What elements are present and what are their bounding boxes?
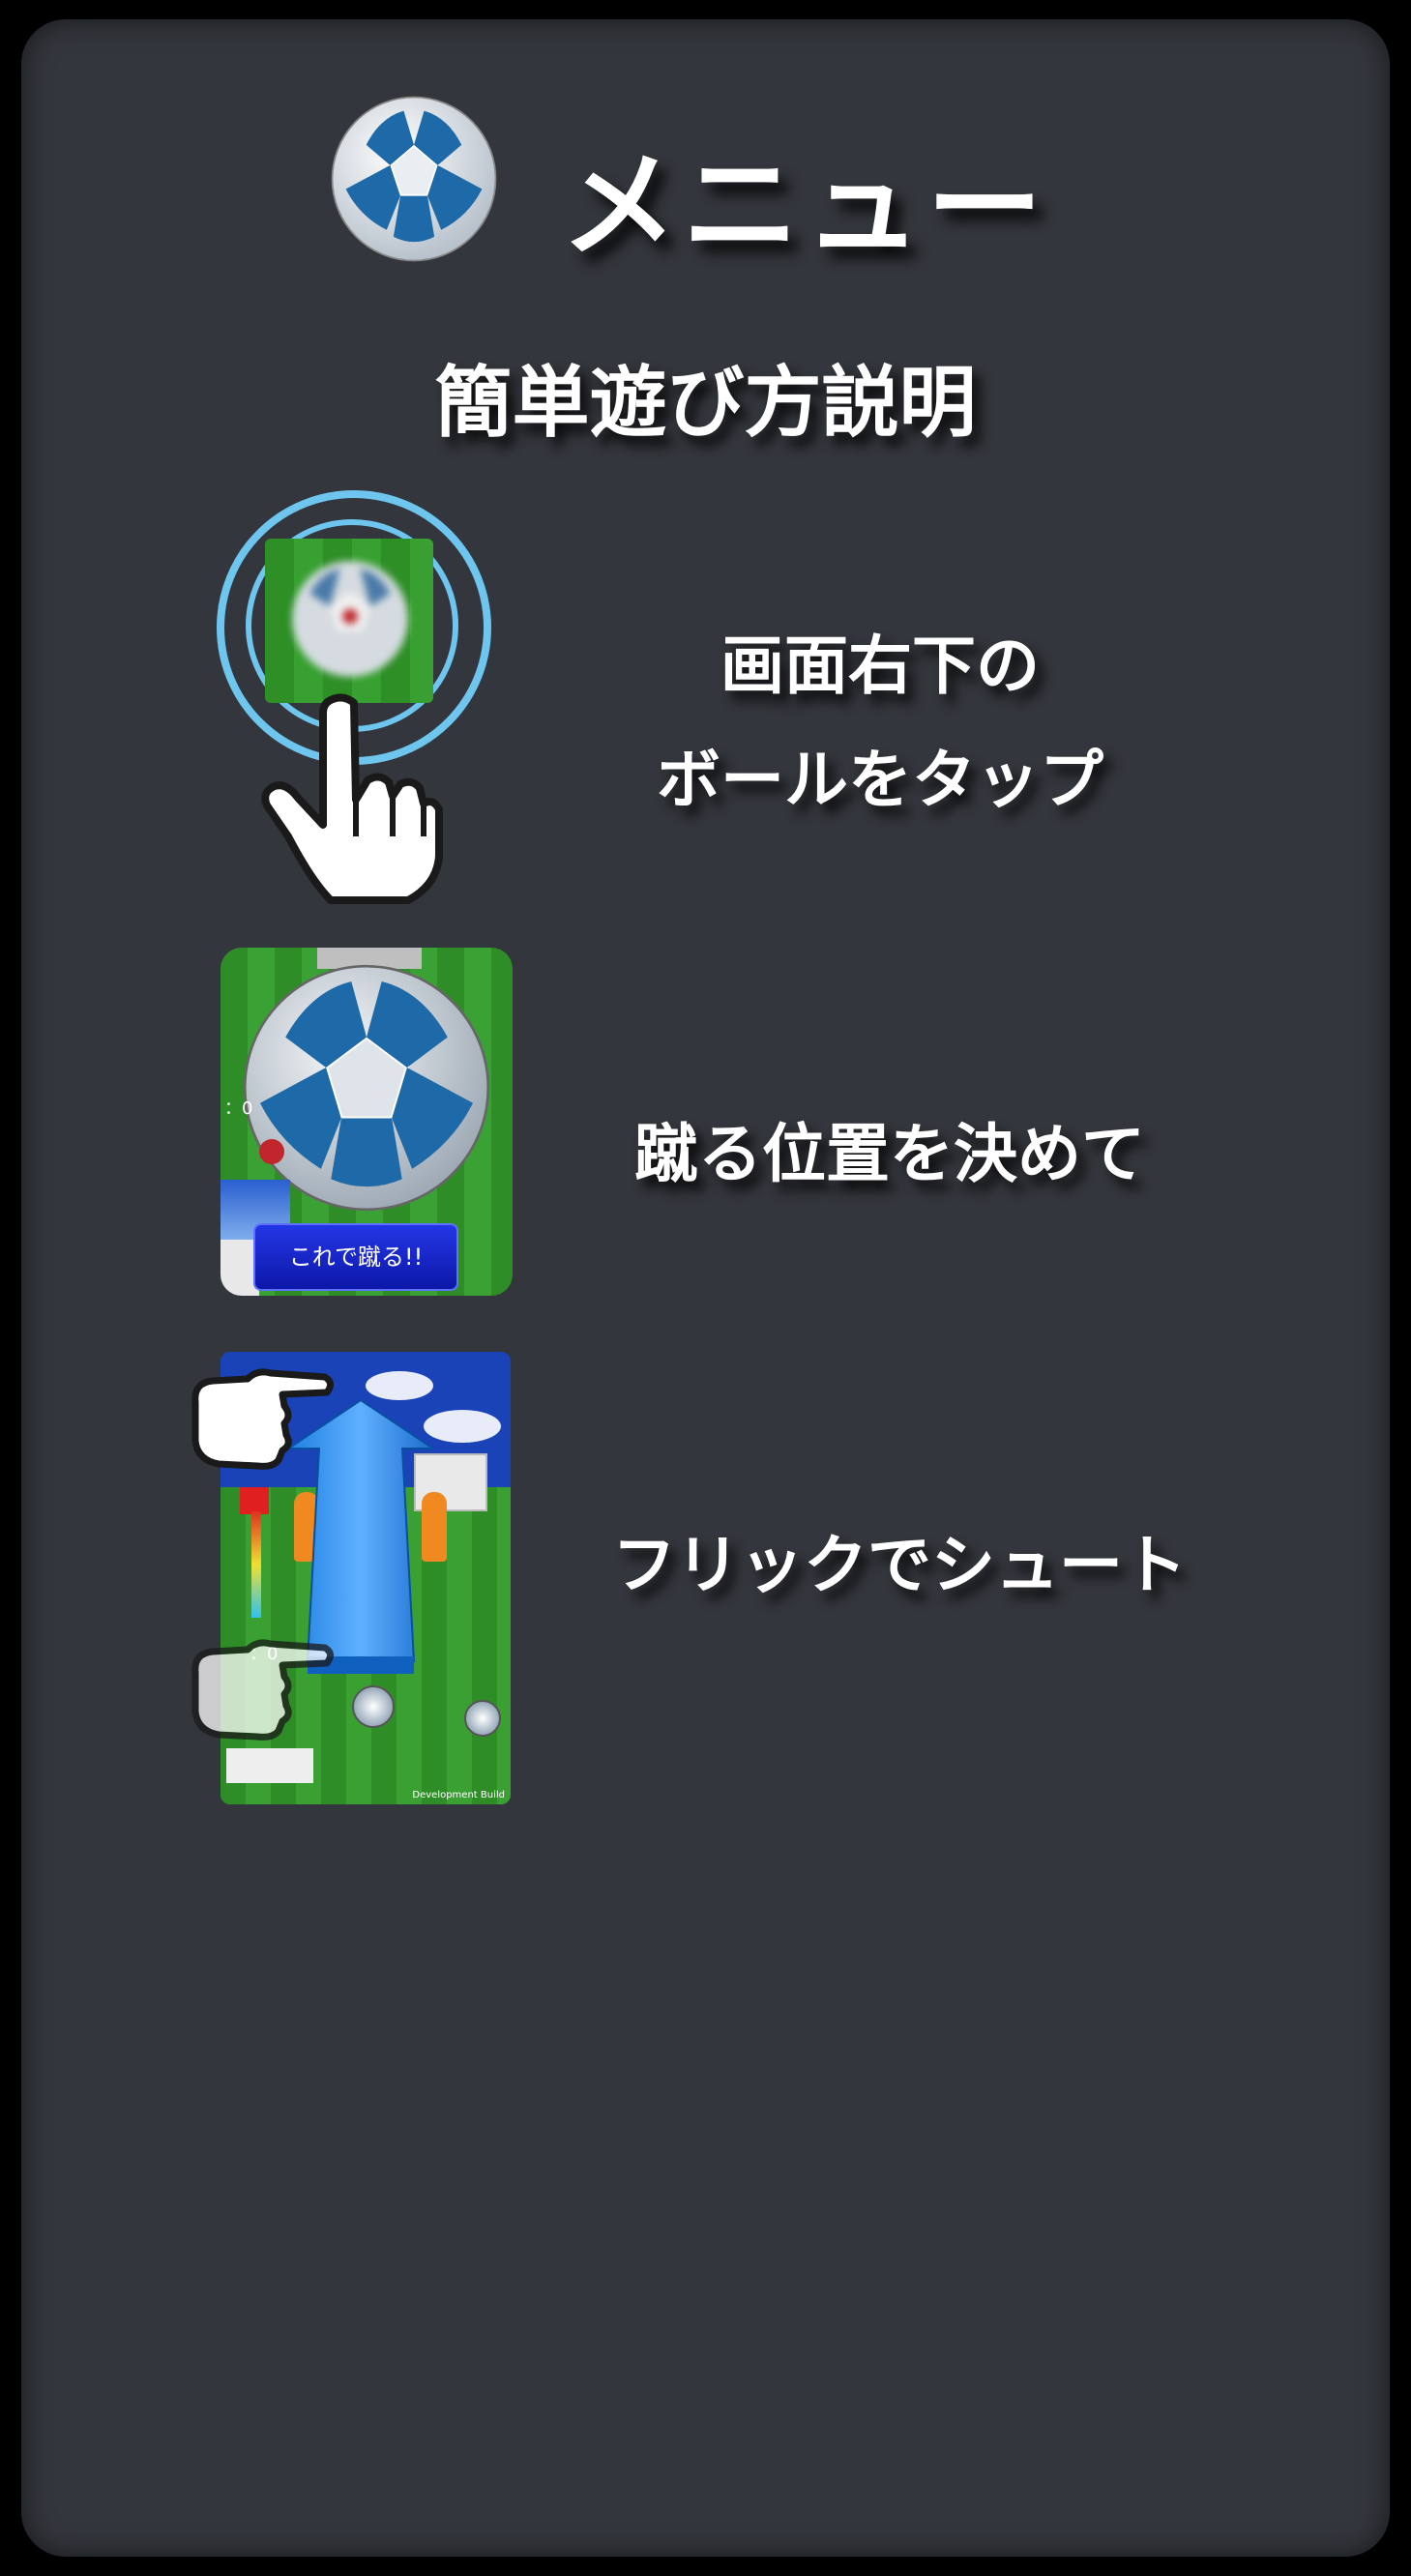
step-3-text: フリックでシュート <box>612 1528 1187 1602</box>
header: メニュー <box>329 92 1102 274</box>
ball-icon <box>352 1685 395 1728</box>
tap-ball-illustration <box>215 488 495 904</box>
soccer-ball-icon <box>331 96 497 262</box>
power-indicator <box>240 1487 269 1514</box>
pointing-hand-icon <box>191 1639 334 1741</box>
kick-button[interactable]: これで蹴る!! <box>253 1223 458 1291</box>
blurred-ball-icon <box>292 561 408 677</box>
pointing-hand-icon <box>191 1368 334 1470</box>
cloud <box>424 1410 501 1443</box>
kick-point-marker[interactable] <box>259 1139 284 1164</box>
instructions-heading: 簡単遊び方説明 <box>434 358 977 448</box>
large-ball-icon <box>243 964 490 1212</box>
kick-position-screenshot: ：0 これで蹴る!! <box>220 948 513 1296</box>
power-gauge <box>251 1511 261 1618</box>
menu-ball-icon[interactable] <box>464 1700 501 1737</box>
cloud <box>366 1371 433 1400</box>
step-1-line-2: ボールをタップ <box>657 743 1103 817</box>
page-title: メニュー <box>561 139 1048 274</box>
dev-build-label: Development Build <box>412 1790 505 1800</box>
step-1-line-1: 画面右下の <box>720 629 1040 703</box>
pointing-hand-icon <box>261 693 443 904</box>
score-readout: ：0 <box>224 1098 253 1119</box>
step-2-text: 蹴る位置を決めて <box>634 1117 1145 1191</box>
side-panel <box>226 1748 313 1783</box>
step-1-text: 画面右下の ボールをタップ <box>580 609 1180 837</box>
